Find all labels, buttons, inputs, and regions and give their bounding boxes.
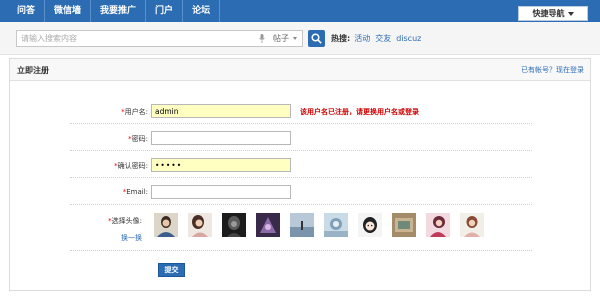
search-icon: [311, 33, 322, 44]
search-box: 帖子: [16, 30, 303, 47]
avatar-option-10[interactable]: [460, 213, 484, 237]
microphone-icon[interactable]: [259, 34, 265, 43]
row-divider: [70, 123, 532, 124]
search-type-select[interactable]: 帖子: [269, 31, 303, 46]
nav-item-promote[interactable]: 我要推广: [91, 0, 147, 22]
hot-link-activity[interactable]: 活动: [354, 34, 370, 43]
confirm-password-field[interactable]: [151, 158, 291, 172]
search-button[interactable]: [308, 30, 325, 47]
page-title: 立即注册: [17, 66, 49, 75]
chevron-down-icon: [293, 37, 297, 40]
nav-item-wenda[interactable]: 问答: [8, 0, 46, 22]
quick-nav-label: 快捷导航: [532, 9, 565, 18]
confirm-password-label: *确认密码:: [114, 162, 148, 170]
email-field[interactable]: [151, 185, 291, 199]
nav-item-forum[interactable]: 论坛: [183, 0, 221, 22]
row-divider: [70, 150, 532, 151]
email-label: *Email:: [122, 188, 148, 196]
register-panel: 立即注册 已有帐号？现在登录 *用户名: 该用户名已注册，请更换用户名或登录 *…: [9, 58, 591, 291]
row-divider: [70, 177, 532, 178]
panel-header: 立即注册 已有帐号？现在登录: [10, 59, 590, 81]
hot-search-label: 热搜:: [331, 34, 351, 43]
hot-link-friends[interactable]: 交友: [375, 34, 391, 43]
submit-button[interactable]: 提交: [158, 263, 185, 277]
change-avatars-link[interactable]: 换一换: [102, 233, 142, 243]
password-label: *密码:: [128, 135, 148, 143]
avatar-option-1[interactable]: [154, 213, 178, 237]
nav-item-portal[interactable]: 门户: [146, 0, 184, 22]
avatar-option-9[interactable]: [426, 213, 450, 237]
username-field[interactable]: [151, 104, 291, 118]
avatar-option-6[interactable]: [324, 213, 348, 237]
quick-nav-dropdown[interactable]: 快捷导航: [518, 6, 588, 21]
password-field[interactable]: [151, 131, 291, 145]
avatar-label: *选择头像:: [108, 217, 142, 225]
avatar-option-5[interactable]: [290, 213, 314, 237]
avatar-option-7[interactable]: [358, 213, 382, 237]
avatar-option-4[interactable]: [256, 213, 280, 237]
nav-item-weixinqiang[interactable]: 微信墙: [45, 0, 92, 22]
login-link[interactable]: 已有帐号？现在登录: [521, 65, 584, 75]
row-divider: [70, 250, 532, 251]
top-navigation-bar: 问答 微信墙 我要推广 门户 论坛 快捷导航: [0, 0, 600, 22]
username-label: *用户名:: [121, 108, 148, 116]
avatar-option-3[interactable]: [222, 213, 246, 237]
error-login-link[interactable]: 登录: [405, 108, 419, 116]
username-error-message: 该用户名已注册，请更换用户名或登录: [300, 108, 419, 116]
chevron-down-icon: [567, 11, 574, 16]
nav-menu: 问答 微信墙 我要推广 门户 论坛: [8, 0, 221, 22]
search-bar: 帖子 热搜:活动交友 discuz: [0, 22, 600, 55]
hot-search: 热搜: 活动 交友 discuz: [331, 30, 426, 47]
search-input[interactable]: [17, 31, 257, 46]
avatar-option-8[interactable]: [392, 213, 416, 237]
avatar-option-2[interactable]: [188, 213, 212, 237]
row-divider: [70, 204, 532, 205]
search-type-label: 帖子: [273, 34, 289, 43]
hot-link-discuz[interactable]: discuz: [396, 34, 421, 43]
